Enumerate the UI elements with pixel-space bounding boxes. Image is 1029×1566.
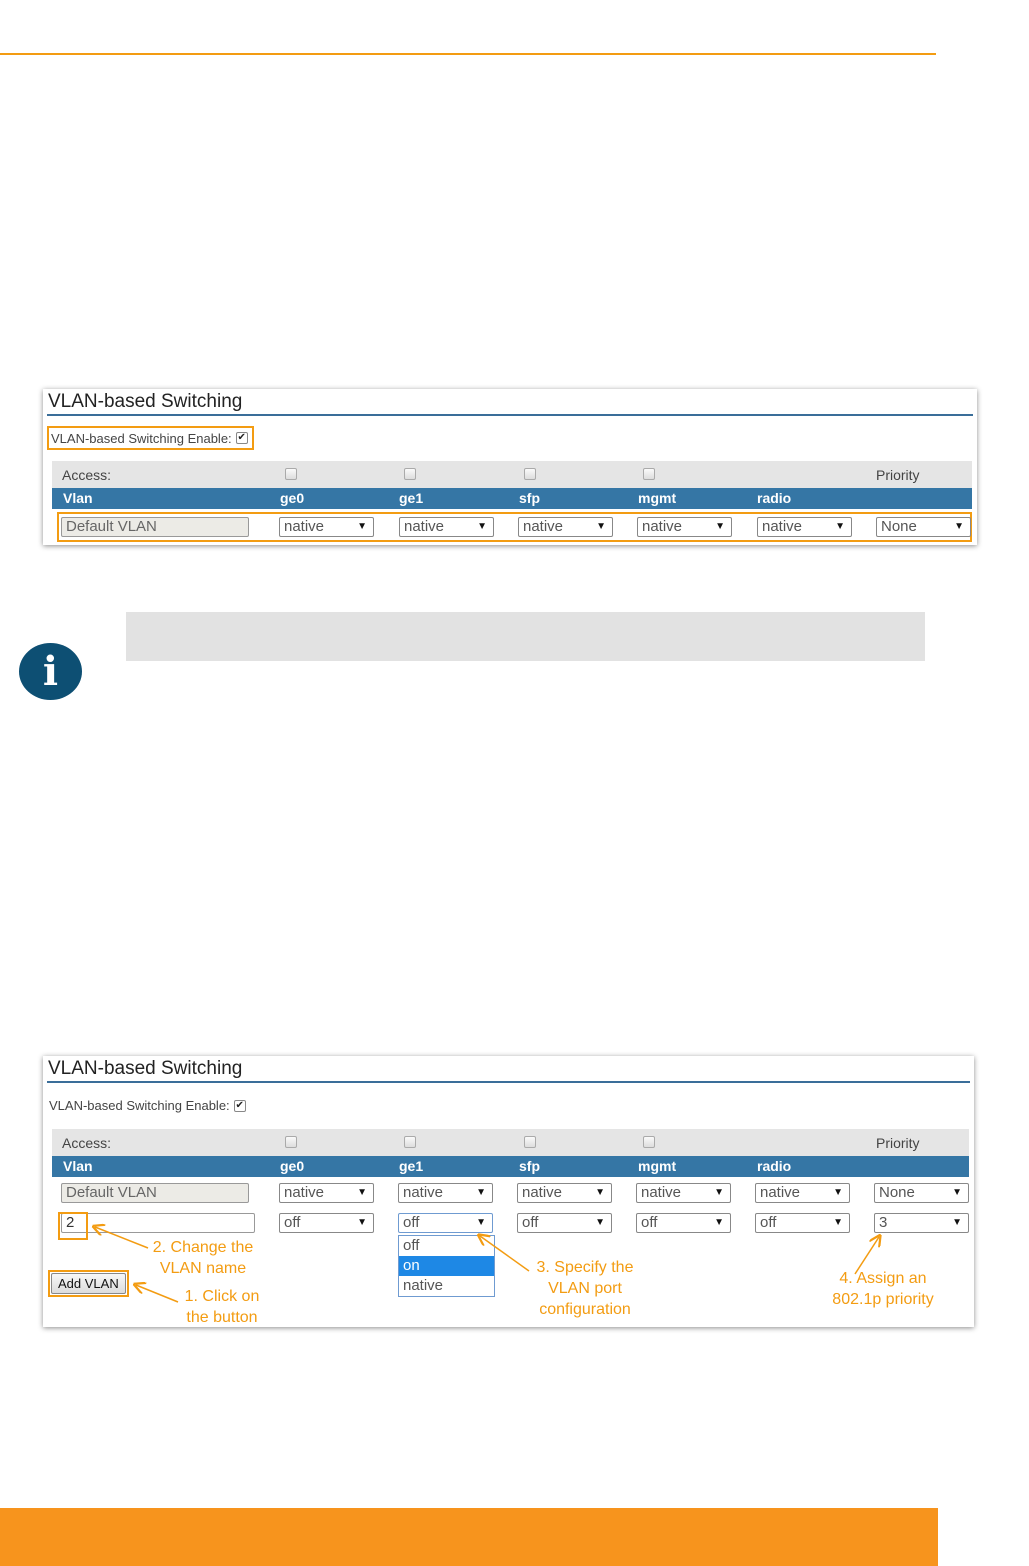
col-sfp: sfp: [519, 490, 540, 506]
port-select-sfp[interactable]: native ▼: [518, 517, 613, 537]
access-checkbox-sfp[interactable]: [524, 468, 536, 480]
port-select-ge1[interactable]: native ▼: [399, 517, 494, 537]
select-value: None: [881, 518, 917, 535]
caret-down-icon: ▼: [954, 521, 964, 532]
panel-title: VLAN-based Switching: [48, 391, 243, 412]
table-header: Vlan ge0 ge1 sfp mgmt radio: [52, 488, 972, 509]
footer-bar: [0, 1508, 938, 1566]
top-rule: [0, 53, 936, 55]
access-checkbox-ge1[interactable]: [404, 468, 416, 480]
select-value: native: [404, 518, 445, 535]
access-checkbox-ge0[interactable]: [285, 468, 297, 480]
info-note-bar: [126, 612, 925, 661]
select-value: native: [642, 518, 683, 535]
port-select-radio[interactable]: native ▼: [757, 517, 852, 537]
enable-row: VLAN-based Switching Enable: ✔: [47, 426, 254, 450]
arrow-3: [480, 1236, 530, 1272]
table-row: Default VLAN native ▼ native ▼ native ▼ nat…: [57, 512, 972, 542]
caret-down-icon: ▼: [357, 521, 367, 532]
access-checkbox-mgmt[interactable]: [643, 468, 655, 480]
col-mgmt: mgmt: [638, 490, 677, 506]
select-value: native: [284, 518, 325, 535]
vlan-panel-1: VLAN-based Switching VLAN-based Switchin…: [43, 389, 977, 545]
annotation-step-4: 4. Assign an 802.1p priority: [832, 1270, 934, 1308]
select-value: native: [523, 518, 564, 535]
col-ge0: ge0: [280, 490, 305, 506]
col-vlan: Vlan: [63, 490, 93, 506]
info-icon: i: [19, 643, 82, 700]
title-rule: [47, 414, 973, 416]
access-label: Access:: [62, 467, 112, 483]
col-radio: radio: [757, 490, 792, 506]
caret-down-icon: ▼: [835, 521, 845, 532]
annotation-step-3: 3. Specify the VLAN port configuration: [536, 1259, 634, 1318]
port-select-ge0[interactable]: native ▼: [279, 517, 374, 537]
priority-label: Priority: [876, 467, 920, 483]
port-select-mgmt[interactable]: native ▼: [637, 517, 732, 537]
arrow-2: [95, 1227, 149, 1249]
caret-down-icon: ▼: [477, 521, 487, 532]
col-ge1: ge1: [399, 490, 424, 506]
caret-down-icon: ▼: [715, 521, 725, 532]
vlan-panel-2: VLAN-based Switching VLAN-based Switchin…: [43, 1056, 974, 1327]
enable-checkbox[interactable]: ✔: [235, 432, 248, 444]
annotation-step-1: 1. Click on the button: [184, 1288, 260, 1326]
vlan-name-input[interactable]: Default VLAN: [61, 517, 249, 537]
select-value: native: [762, 518, 803, 535]
access-row: Access: Priority: [52, 461, 972, 488]
caret-down-icon: ▼: [596, 521, 606, 532]
priority-select[interactable]: None ▼: [876, 517, 971, 537]
enable-label: VLAN-based Switching Enable:: [51, 430, 232, 446]
annotation-step-2: 2. Change the VLAN name: [152, 1239, 254, 1277]
